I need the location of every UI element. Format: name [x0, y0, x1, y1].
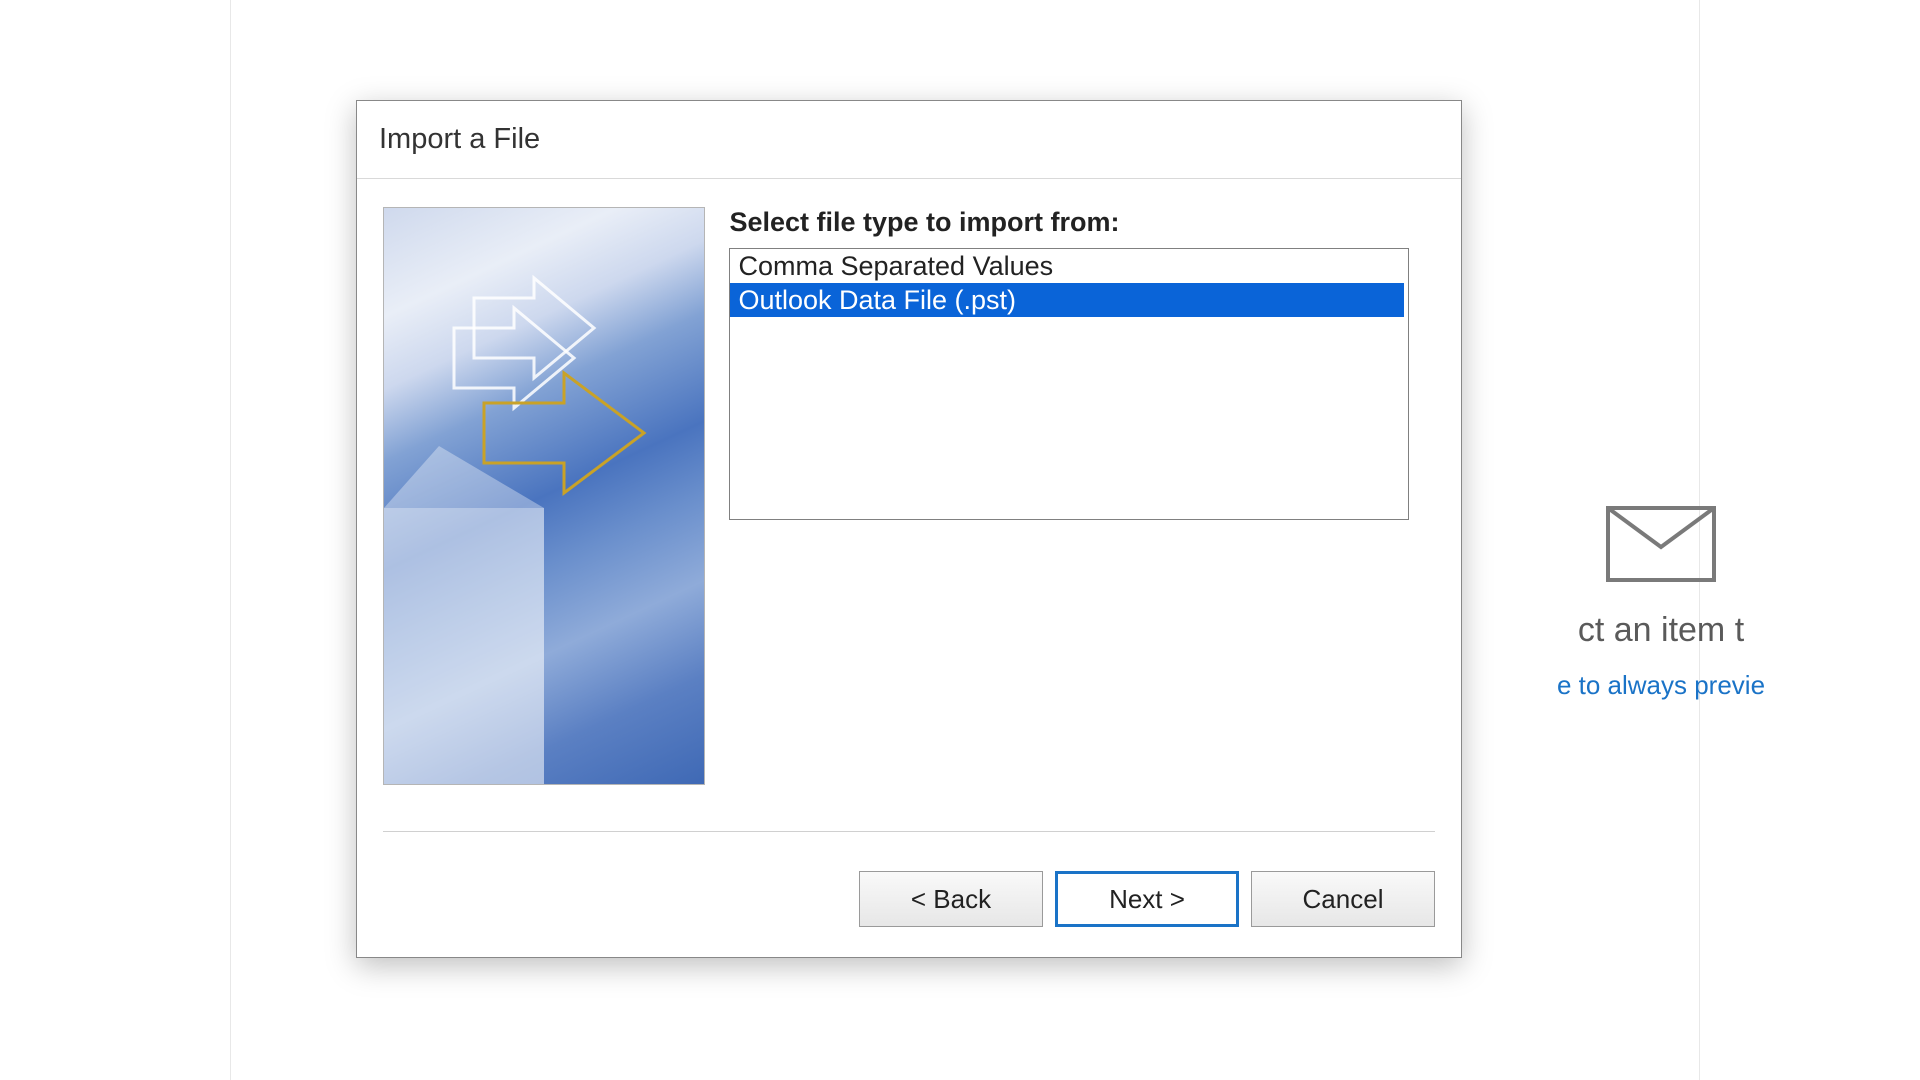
list-item[interactable]: Outlook Data File (.pst) [730, 283, 1404, 317]
preview-placeholder-text: ct an item t [1481, 611, 1841, 650]
preview-placeholder-link[interactable]: e to always previe [1481, 670, 1841, 701]
file-type-section: Select file type to import from: Comma S… [729, 207, 1409, 520]
wizard-page-shape-icon [384, 208, 705, 785]
dialog-separator [383, 831, 1435, 832]
dialog-titlebar: Import a File [357, 101, 1461, 179]
back-button[interactable]: < Back [859, 871, 1043, 927]
list-item[interactable]: Comma Separated Values [730, 249, 1408, 283]
app-window: ct an item t e to always previe Import a… [230, 0, 1700, 1080]
dialog-title: Import a File [379, 123, 540, 156]
dialog-body: Select file type to import from: Comma S… [357, 179, 1461, 819]
next-button[interactable]: Next > [1055, 871, 1239, 927]
wizard-graphic [383, 207, 705, 785]
reading-pane-background: ct an item t e to always previe Import a… [261, 25, 1669, 1070]
import-file-dialog: Import a File [356, 100, 1462, 958]
envelope-icon [1605, 505, 1717, 583]
cancel-button[interactable]: Cancel [1251, 871, 1435, 927]
file-type-listbox[interactable]: Comma Separated Values Outlook Data File… [729, 248, 1409, 520]
reading-pane-placeholder: ct an item t e to always previe [1481, 505, 1841, 701]
dialog-button-row: < Back Next > Cancel [859, 871, 1435, 927]
select-file-type-label: Select file type to import from: [729, 207, 1409, 238]
